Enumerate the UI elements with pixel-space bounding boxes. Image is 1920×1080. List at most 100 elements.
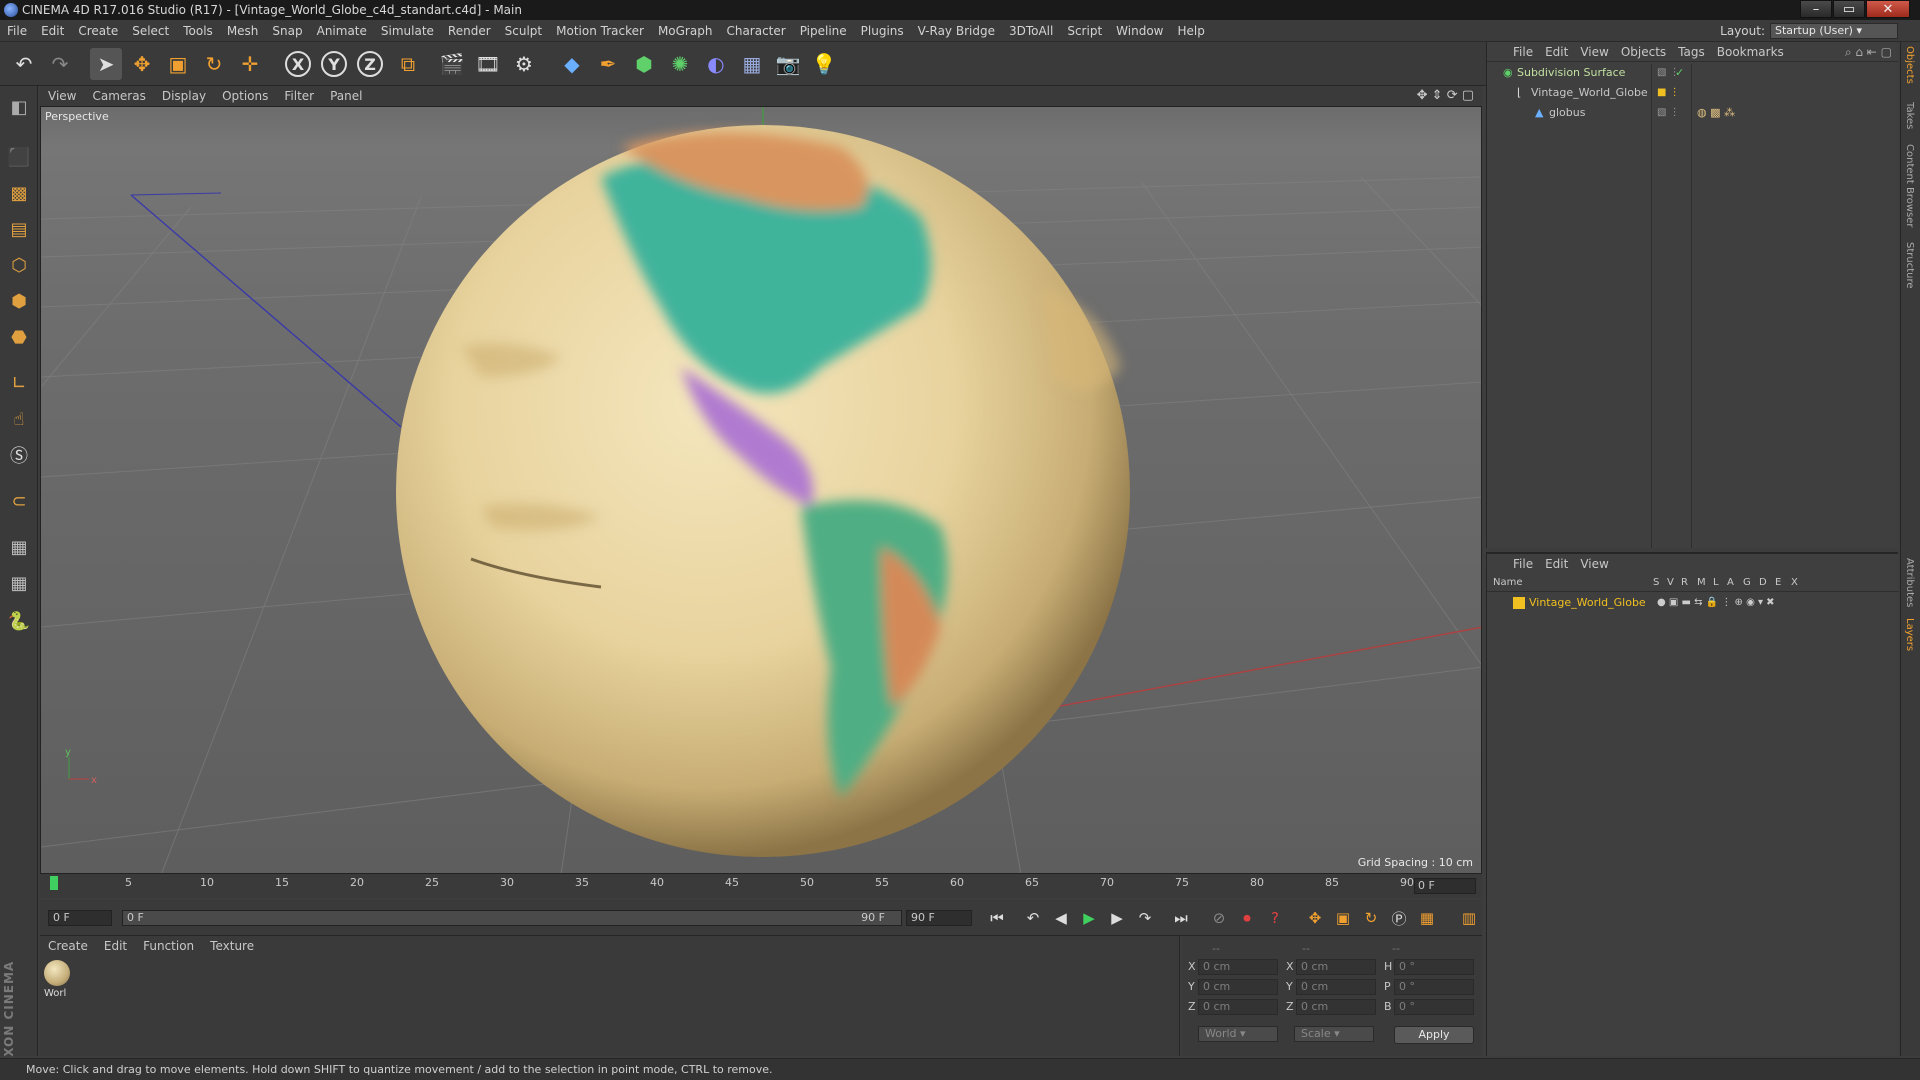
layer-menu-edit[interactable]: Edit bbox=[1539, 554, 1574, 574]
viewport-menu-panel[interactable]: Panel bbox=[322, 86, 370, 106]
key-parameter-icon[interactable]: Ⓟ bbox=[1386, 906, 1412, 930]
3d-viewport[interactable]: y x Perspective Grid Spacing : 10 cm bbox=[40, 106, 1482, 874]
menu-snap[interactable]: Snap bbox=[265, 20, 309, 42]
object-menu-edit[interactable]: Edit bbox=[1539, 42, 1574, 62]
points-mode-icon[interactable]: ⬡ bbox=[4, 250, 34, 280]
rotate-icon[interactable]: ↻ bbox=[198, 48, 230, 80]
material-menu-create[interactable]: Create bbox=[40, 936, 96, 956]
timeline-ruler[interactable]: 051015202530354045505560657075808590 0 F bbox=[40, 874, 1482, 898]
polygons-mode-icon[interactable]: ⬣ bbox=[4, 322, 34, 352]
key-scale-icon[interactable]: ▣ bbox=[1330, 906, 1356, 930]
y-axis-icon[interactable]: Y bbox=[321, 51, 347, 77]
menu-motion-tracker[interactable]: Motion Tracker bbox=[549, 20, 651, 42]
layer-menu-view[interactable]: View bbox=[1574, 554, 1614, 574]
autokeying-icon[interactable]: ⏺ bbox=[1234, 906, 1260, 930]
lock-workplane-icon[interactable]: ▦ bbox=[4, 532, 34, 562]
coord-position-field[interactable]: 0 cm bbox=[1198, 999, 1278, 1015]
object-menu-view[interactable]: View bbox=[1574, 42, 1614, 62]
maximize-icon[interactable]: ▭ bbox=[1833, 0, 1865, 18]
object-name[interactable]: Subdivision Surface bbox=[1517, 64, 1625, 82]
object-row[interactable]: ▲ globus ▧ ⋮ ◍ ▩ ⁂ bbox=[1487, 104, 1899, 122]
edges-mode-icon[interactable]: ⬢ bbox=[4, 286, 34, 316]
axis-mode-icon[interactable]: ∟ bbox=[4, 368, 34, 398]
previous-key-icon[interactable]: ↶ bbox=[1020, 906, 1046, 930]
viewport-menu-options[interactable]: Options bbox=[214, 86, 276, 106]
texture-mode-icon[interactable]: ▩ bbox=[4, 178, 34, 208]
scale-icon[interactable]: ▣ bbox=[162, 48, 194, 80]
menu-character[interactable]: Character bbox=[719, 20, 792, 42]
frame-range-slider[interactable]: 0 F 90 F bbox=[122, 910, 902, 926]
next-frame-icon[interactable]: ▶ bbox=[1104, 906, 1130, 930]
coord-rotation-field[interactable]: 0 ° bbox=[1394, 999, 1474, 1015]
select-arrow-icon[interactable]: ➤ bbox=[90, 48, 122, 80]
z-axis-icon[interactable]: Z bbox=[357, 51, 383, 77]
menu-render[interactable]: Render bbox=[441, 20, 498, 42]
menu-v-ray-bridge[interactable]: V-Ray Bridge bbox=[911, 20, 1002, 42]
menu-plugins[interactable]: Plugins bbox=[854, 20, 911, 42]
viewport-navigation-icons[interactable]: ✥ ⇕ ⟳ ▢ bbox=[1417, 86, 1474, 106]
layer-color-swatch[interactable] bbox=[1513, 597, 1525, 609]
material-swatch[interactable] bbox=[44, 960, 70, 986]
object-tags-icon[interactable]: ◍ ▩ ⁂ bbox=[1697, 104, 1735, 122]
make-editable-icon[interactable]: ◧ bbox=[4, 92, 34, 122]
cube-icon[interactable]: ◆ bbox=[556, 48, 588, 80]
magnet-icon[interactable]: ⊂ bbox=[4, 486, 34, 516]
visibility-toggle-icon[interactable]: ■ ⋮ bbox=[1657, 84, 1680, 102]
menu-3dtoall[interactable]: 3DToAll bbox=[1002, 20, 1060, 42]
coordinate-system-icon[interactable]: ⧉ bbox=[392, 48, 424, 80]
menu-create[interactable]: Create bbox=[71, 20, 125, 42]
apply-button[interactable]: Apply bbox=[1394, 1026, 1474, 1044]
object-name[interactable]: Vintage_World_Globe bbox=[1531, 84, 1648, 102]
spline-pen-icon[interactable]: ✒ bbox=[592, 48, 624, 80]
layer-toggle-icons[interactable]: ● ▣ ▬ ⇆ 🔒 ⋮ ⊕ ◉ ▾ ✖ bbox=[1657, 594, 1775, 612]
layer-row[interactable]: Vintage_World_Globe ● ▣ ▬ ⇆ 🔒 ⋮ ⊕ ◉ ▾ ✖ bbox=[1487, 594, 1899, 612]
menu-script[interactable]: Script bbox=[1060, 20, 1109, 42]
render-view-icon[interactable]: 🎬 bbox=[436, 48, 468, 80]
coord-rotation-field[interactable]: 0 ° bbox=[1394, 959, 1474, 975]
tweak-mode-icon[interactable]: ☝ bbox=[4, 404, 34, 434]
coord-size-field[interactable]: 0 cm bbox=[1296, 959, 1376, 975]
key-rotation-icon[interactable]: ↻ bbox=[1358, 906, 1384, 930]
undo-icon[interactable]: ↶ bbox=[8, 48, 40, 80]
previous-frame-icon[interactable]: ◀ bbox=[1048, 906, 1074, 930]
material-menu-edit[interactable]: Edit bbox=[96, 936, 135, 956]
menu-mesh[interactable]: Mesh bbox=[220, 20, 266, 42]
object-row[interactable]: ◉ Subdivision Surface ▧ ⋮ ✓ bbox=[1487, 64, 1899, 82]
render-picture-viewer-icon[interactable]: 🎞 bbox=[472, 48, 504, 80]
viewport-menu-filter[interactable]: Filter bbox=[276, 86, 322, 106]
coord-size-field[interactable]: 0 cm bbox=[1296, 979, 1376, 995]
array-icon[interactable]: ✺ bbox=[664, 48, 696, 80]
material-menu-function[interactable]: Function bbox=[135, 936, 202, 956]
python-icon[interactable]: 🐍 bbox=[4, 606, 34, 636]
floor-icon[interactable]: ▦ bbox=[736, 48, 768, 80]
menu-pipeline[interactable]: Pipeline bbox=[793, 20, 854, 42]
workplane-mode-icon[interactable]: ▤ bbox=[4, 214, 34, 244]
x-axis-icon[interactable]: X bbox=[285, 51, 311, 77]
redo-icon[interactable]: ↷ bbox=[44, 48, 76, 80]
coord-size-field[interactable]: 0 cm bbox=[1296, 999, 1376, 1015]
side-tab-structure[interactable]: Structure bbox=[1904, 242, 1915, 289]
model-mode-icon[interactable]: ⬛ bbox=[4, 142, 34, 172]
object-menu-objects[interactable]: Objects bbox=[1615, 42, 1672, 62]
light-icon[interactable]: 💡 bbox=[808, 48, 840, 80]
menu-window[interactable]: Window bbox=[1109, 20, 1170, 42]
coord-rotation-field[interactable]: 0 ° bbox=[1394, 979, 1474, 995]
object-manager-search-icon[interactable]: ⌕ ⌂ ⇤ ▢ bbox=[1845, 42, 1892, 62]
deformer-icon[interactable]: ◐ bbox=[700, 48, 732, 80]
planar-workplane-icon[interactable]: ▦ bbox=[4, 568, 34, 598]
coord-position-field[interactable]: 0 cm bbox=[1198, 959, 1278, 975]
menu-file[interactable]: File bbox=[0, 20, 34, 42]
enabled-check-icon[interactable]: ✓ bbox=[1675, 64, 1684, 82]
side-tab-attributes[interactable]: Attributes bbox=[1904, 558, 1915, 607]
menu-mograph[interactable]: MoGraph bbox=[651, 20, 720, 42]
live-select-icon[interactable]: ✛ bbox=[234, 48, 266, 80]
menu-help[interactable]: Help bbox=[1170, 20, 1211, 42]
keyframe-selection-icon[interactable]: ? bbox=[1262, 906, 1288, 930]
timeline-window-icon[interactable]: ▥ bbox=[1456, 906, 1482, 930]
key-position-icon[interactable]: ✥ bbox=[1302, 906, 1328, 930]
object-row[interactable]: ⌊ Vintage_World_Globe ■ ⋮ bbox=[1487, 84, 1899, 102]
coord-system-dropdown[interactable]: World ▾ bbox=[1198, 1026, 1278, 1042]
menu-animate[interactable]: Animate bbox=[310, 20, 374, 42]
menu-sculpt[interactable]: Sculpt bbox=[498, 20, 549, 42]
start-frame-field[interactable]: 0 F bbox=[48, 910, 112, 926]
